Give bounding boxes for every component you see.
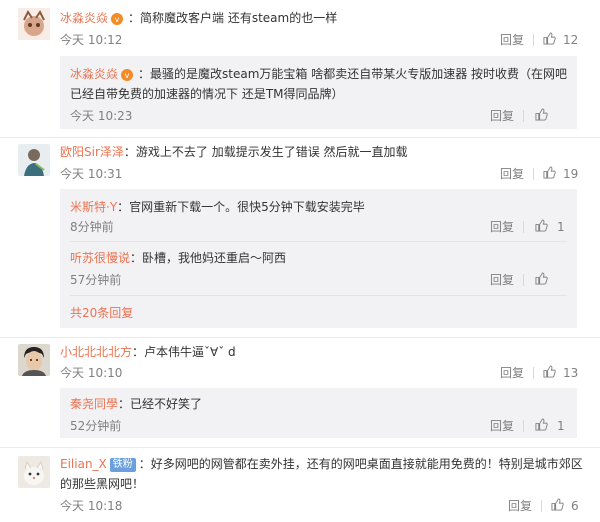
comment-time: 今天 10:31 bbox=[60, 167, 123, 181]
username[interactable]: 米斯特·Y bbox=[70, 200, 117, 214]
reply-button[interactable]: 回复 bbox=[490, 418, 514, 434]
divider bbox=[523, 274, 524, 286]
like-count: 12 bbox=[563, 33, 579, 47]
reply-button[interactable]: 回复 bbox=[500, 166, 524, 182]
comment-text-cont: 的那些黑网吧！ bbox=[60, 477, 145, 491]
more-replies-link[interactable]: 共20条回复 bbox=[70, 305, 133, 321]
reply-divider bbox=[70, 295, 567, 296]
comment-time: 今天 10:10 bbox=[60, 366, 123, 380]
reply-button[interactable]: 回复 bbox=[500, 365, 524, 381]
fan-badge: 铁粉 bbox=[109, 457, 136, 472]
divider bbox=[523, 110, 524, 122]
reply-text: ：官网重新下载一个。很快5分钟下载安装完毕 bbox=[117, 200, 365, 214]
username[interactable]: 小北北北北方 bbox=[60, 345, 132, 359]
svg-text:v: v bbox=[115, 15, 120, 24]
username[interactable]: 秦尧同學 bbox=[70, 397, 118, 411]
vip-icon: v bbox=[110, 12, 126, 26]
username[interactable]: 冰淼炎焱 bbox=[70, 67, 118, 81]
comment-3: 小北北北北方：卢本伟牛逼ˇ∀ˇ d 今天 10:10 回复 13 秦尧同學：已经… bbox=[0, 338, 600, 442]
reply-time: 52分钟前 bbox=[70, 419, 122, 433]
username[interactable]: 听苏很慢说 bbox=[70, 251, 130, 265]
comment-1: 冰淼炎焱 v ：简称魔改客户端 还有steam的也一样 今天 10:12 回复 12… bbox=[0, 0, 600, 129]
thumbs-up-icon[interactable] bbox=[535, 272, 548, 285]
divider bbox=[533, 34, 534, 46]
thumbs-up-icon[interactable] bbox=[535, 108, 548, 121]
comment-4: Eilian_X 铁粉 ：好多网吧的网管都在卖外挂，还有的网吧桌面直接就能用免费的！… bbox=[0, 448, 600, 522]
comment-time: 今天 10:18 bbox=[60, 499, 123, 513]
reply-button[interactable]: 回复 bbox=[508, 498, 532, 514]
avatar[interactable] bbox=[18, 8, 50, 40]
avatar[interactable] bbox=[18, 144, 50, 176]
avatar[interactable] bbox=[18, 344, 50, 376]
reply-time: 今天 10:23 bbox=[70, 109, 133, 123]
reply-button[interactable]: 回复 bbox=[500, 32, 524, 48]
reply-button[interactable]: 回复 bbox=[490, 219, 514, 235]
like-count: 6 bbox=[571, 499, 579, 513]
comment-text: ：简称魔改客户端 还有steam的也一样 bbox=[128, 11, 338, 25]
thumbs-up-icon[interactable] bbox=[543, 365, 556, 378]
divider bbox=[533, 168, 534, 180]
username[interactable]: 欧阳Sir泽泽 bbox=[60, 145, 124, 159]
reply-time: 8分钟前 bbox=[70, 220, 114, 234]
thumbs-up-icon[interactable] bbox=[551, 498, 564, 511]
thumbs-up-icon[interactable] bbox=[535, 418, 548, 431]
reply-text: ：已经不好笑了 bbox=[118, 397, 203, 411]
thumbs-up-icon[interactable] bbox=[543, 32, 556, 45]
comment-text: ：游戏上不去了 加载提示发生了错误 然后就一直加载 bbox=[123, 145, 408, 159]
divider bbox=[533, 367, 534, 379]
reply-text: ：卧槽，我他妈还重启～阿西 bbox=[130, 251, 287, 265]
username[interactable]: 冰淼炎焱 bbox=[60, 11, 108, 25]
like-count: 1 bbox=[557, 220, 565, 234]
reply-text-cont: 已经自带免费的加速器的情况下 还是TM得同品牌） bbox=[70, 87, 344, 101]
like-count: 13 bbox=[563, 366, 579, 380]
comment-time: 今天 10:12 bbox=[60, 33, 123, 47]
comment-text: ：好多网吧的网管都在卖外挂，还有的网吧桌面直接就能用免费的！特别是城市郊区 bbox=[138, 457, 583, 471]
comment-text: ：卢本伟牛逼ˇ∀ˇ d bbox=[132, 345, 236, 359]
divider bbox=[523, 420, 524, 432]
reply-button[interactable]: 回复 bbox=[490, 108, 514, 124]
username[interactable]: Eilian_X bbox=[60, 457, 107, 471]
svg-text:v: v bbox=[125, 71, 130, 80]
divider bbox=[523, 221, 524, 233]
reply-divider bbox=[70, 241, 567, 242]
vip-icon: v bbox=[120, 68, 136, 82]
reply-button[interactable]: 回复 bbox=[490, 272, 514, 288]
divider bbox=[541, 500, 542, 512]
avatar[interactable] bbox=[18, 456, 50, 488]
reply-text: ：最骚的是魔改steam万能宝箱 啥都卖还自带某火专版加速器 按时收费（在网吧 bbox=[138, 67, 568, 81]
like-count: 1 bbox=[557, 419, 565, 433]
reply-time: 57分钟前 bbox=[70, 273, 122, 287]
thumbs-up-icon[interactable] bbox=[543, 166, 556, 179]
thumbs-up-icon[interactable] bbox=[535, 219, 548, 232]
like-count: 19 bbox=[563, 167, 579, 181]
comment-2: 欧阳Sir泽泽：游戏上不去了 加载提示发生了错误 然后就一直加载 今天 10:3… bbox=[0, 138, 600, 338]
